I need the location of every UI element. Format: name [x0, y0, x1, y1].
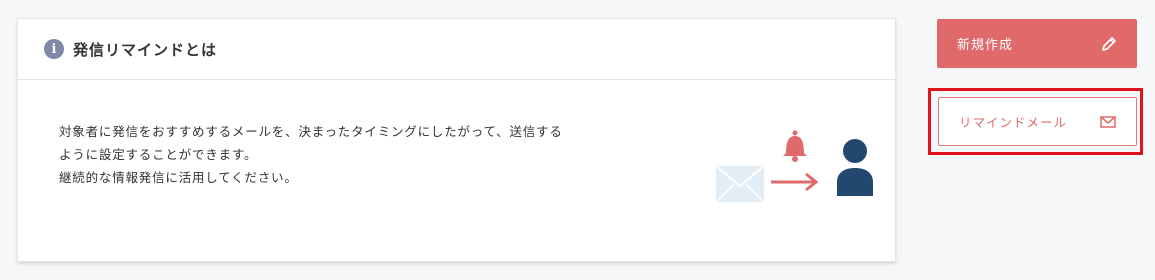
mail-icon — [1100, 115, 1116, 128]
arrow-right-icon — [771, 172, 819, 192]
description-line: 継続的な情報発信に活用してください。 — [59, 170, 298, 185]
user-icon — [837, 139, 873, 196]
description: 対象者に発信をおすすめするメールを、決まったタイミングにしたがって、送信する よ… — [59, 120, 563, 189]
remind-mail-label: リマインドメール — [959, 115, 1068, 130]
remind-mail-button[interactable]: リマインドメール — [938, 97, 1137, 146]
bell-icon — [783, 130, 807, 162]
description-line: ように設定することができます。 — [59, 147, 258, 162]
new-create-label: 新規作成 — [957, 38, 1014, 53]
card-body: 対象者に発信をおすすめするメールを、決まったタイミングにしたがって、送信する よ… — [18, 80, 895, 262]
envelope-icon — [715, 165, 765, 203]
card-header: i 発信リマインドとは — [18, 19, 895, 80]
remind-info-card: i 発信リマインドとは 対象者に発信をおすすめするメールを、決まったタイミングに… — [17, 18, 896, 262]
info-icon: i — [44, 39, 64, 59]
card-title: 発信リマインドとは — [73, 40, 218, 59]
description-line: 対象者に発信をおすすめするメールを、決まったタイミングにしたがって、送信する — [59, 124, 563, 139]
new-create-button[interactable]: 新規作成 — [937, 19, 1137, 68]
pencil-icon — [1102, 36, 1116, 51]
